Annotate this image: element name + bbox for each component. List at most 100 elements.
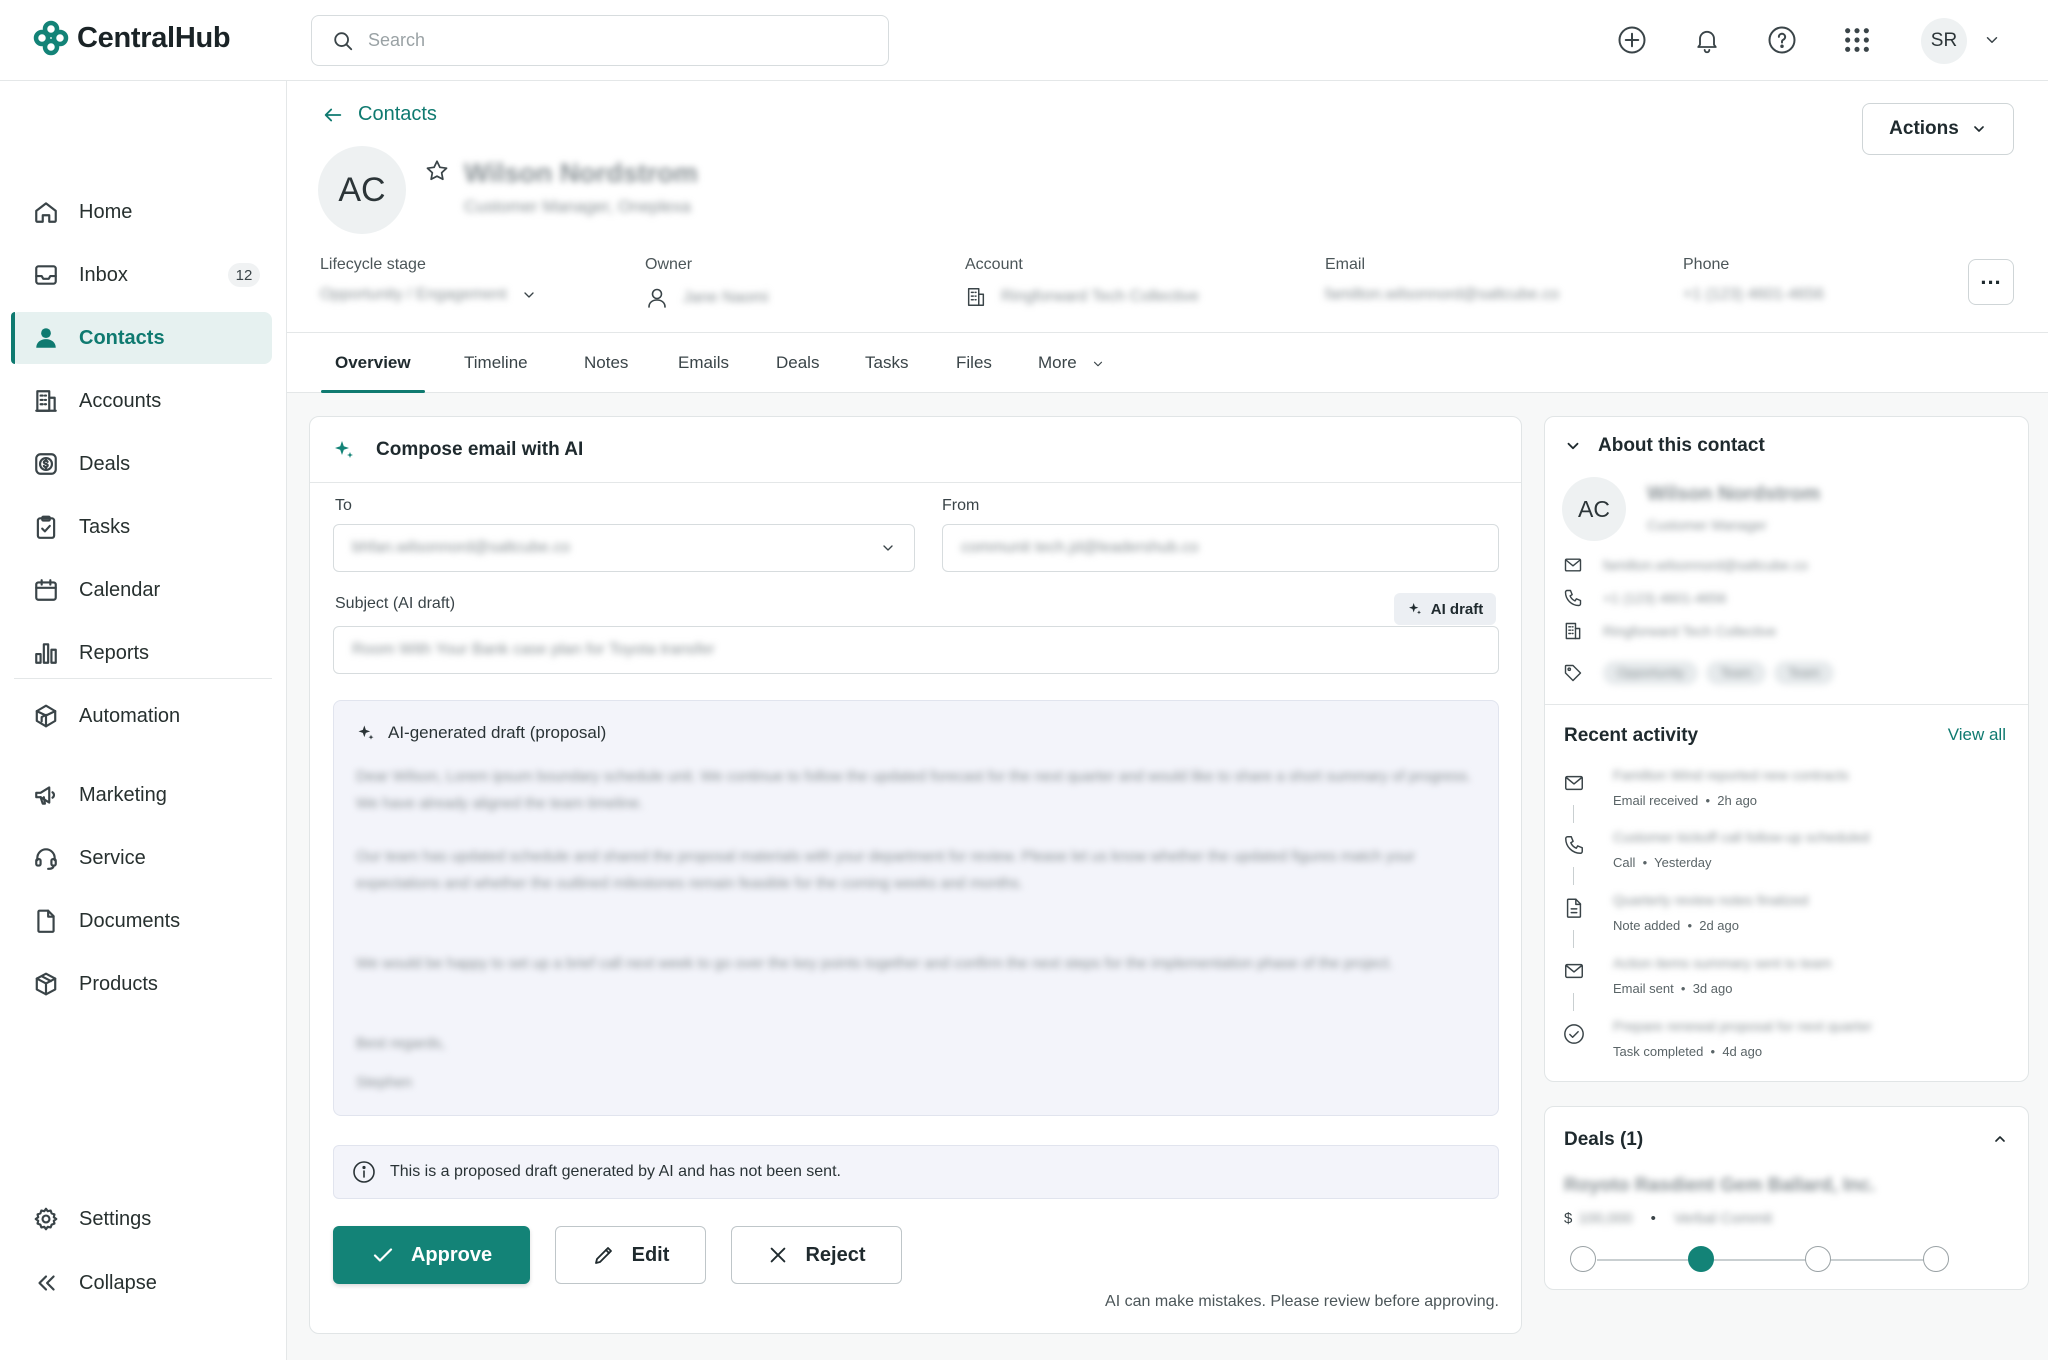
compose-header: Compose email with AI (310, 417, 1521, 483)
ai-draft-badge[interactable]: AI draft (1394, 593, 1496, 625)
sidebar-item-label: Service (79, 846, 146, 869)
document-icon (37, 909, 55, 933)
sidebar-item-label: Automation (79, 704, 181, 727)
tag-chip[interactable]: Team (1706, 661, 1766, 685)
check-icon (373, 1248, 393, 1262)
owner-label: Owner (645, 256, 693, 273)
sidebar-item-products[interactable]: Products (11, 958, 272, 1010)
sidebar-item-calendar[interactable]: Calendar (11, 564, 272, 616)
deal-stage-dot[interactable] (1923, 1246, 1949, 1272)
subject-input[interactable]: Room With Your Bank case plan for Toyota… (333, 626, 1499, 674)
about-tags: Opportunity Team Team (1563, 661, 1842, 685)
tab-timeline[interactable]: Timeline (464, 353, 528, 393)
favorite-button[interactable] (424, 158, 450, 184)
about-toggle[interactable]: About this contact (1564, 435, 1765, 457)
sidebar-item-home[interactable]: Home (11, 186, 272, 238)
view-all-activity-link[interactable]: View all (1948, 725, 2006, 745)
ai-draft-body[interactable]: AI-generated draft (proposal) Dear Wilso… (333, 700, 1499, 1116)
search-input[interactable] (368, 30, 848, 51)
app-logo[interactable]: CentralHub (33, 20, 231, 56)
mail-icon (1565, 963, 1583, 979)
about-phone[interactable]: +1 (123) 4601-4656 (1563, 588, 1726, 608)
tab-more[interactable]: More (1038, 353, 1105, 393)
compose-title: Compose email with AI (376, 438, 584, 460)
chevron-down-icon (524, 292, 534, 298)
user-menu-toggle[interactable] (1974, 22, 2010, 58)
sidebar-item-label: Marketing (79, 783, 167, 806)
mail-icon (1564, 558, 1582, 572)
megaphone-icon (35, 786, 55, 805)
actions-button[interactable]: Actions (1862, 103, 2014, 155)
about-avatar: AC (1562, 477, 1626, 541)
about-company[interactable]: Ringforward Tech Collective (1563, 621, 1776, 641)
to-select[interactable]: bhfan.wilsonnord@saltcube.co (333, 524, 915, 572)
chevron-up-icon (1995, 1136, 2005, 1142)
recent-activity-title: Recent activity (1564, 725, 1699, 746)
back-to-contacts-link[interactable]: Contacts (322, 103, 437, 126)
phone-value[interactable]: +1 (123) 4601-4656 (1683, 286, 1824, 304)
notifications-button[interactable] (1689, 22, 1725, 58)
double-chevron-left-icon (38, 1275, 55, 1291)
chevron-down-icon (883, 545, 893, 551)
tab-files[interactable]: Files (956, 353, 992, 393)
subject-label: Subject (AI draft) (335, 595, 456, 612)
deal-stage-dot[interactable] (1687, 1246, 1714, 1272)
chevron-down-icon (1093, 361, 1102, 367)
sidebar-item-service[interactable]: Service (11, 832, 272, 884)
from-field[interactable]: communit tech.jd@leadershub.co (942, 524, 1499, 572)
sidebar-item-deals[interactable]: Deals (11, 438, 272, 490)
home-icon (35, 202, 57, 223)
sidebar-item-marketing[interactable]: Marketing (11, 769, 272, 821)
chevron-down-icon (1567, 442, 1579, 450)
deals-collapse-button[interactable] (1992, 1131, 2008, 1147)
sidebar-item-inbox[interactable]: Inbox 12 (11, 249, 272, 301)
deals-card: Deals (1) Royoto Rasdient Gem Ballard, I… (1544, 1106, 2029, 1290)
search-box[interactable] (311, 15, 889, 66)
tab-emails[interactable]: Emails (678, 353, 729, 393)
sidebar-item-documents[interactable]: Documents (11, 895, 272, 947)
reject-button[interactable]: Reject (731, 1226, 902, 1284)
compose-email-card: Compose email with AI To bhfan.wilsonnor… (309, 416, 1522, 1334)
collapse-label: Collapse (79, 1271, 157, 1294)
sidebar-item-label: Contacts (79, 326, 165, 349)
draft-signature: Stephen (356, 1074, 412, 1091)
plus-circle-icon (1618, 26, 1646, 54)
tab-tasks[interactable]: Tasks (865, 353, 908, 393)
tag-chip[interactable]: Team (1774, 661, 1834, 685)
sidebar-item-contacts[interactable]: Contacts (11, 312, 272, 364)
person-icon (648, 288, 666, 308)
apps-button[interactable] (1839, 22, 1875, 58)
phone-icon (1565, 836, 1583, 854)
approve-button[interactable]: Approve (333, 1226, 530, 1284)
deal-name[interactable]: Royoto Rasdient Gem Ballard, Inc. (1564, 1175, 1875, 1197)
about-email[interactable]: familton.wilsonnord@saltcube.co (1563, 555, 1808, 575)
logo-icon (33, 20, 69, 56)
deal-stage-dot[interactable] (1570, 1246, 1596, 1272)
add-button[interactable] (1614, 22, 1650, 58)
draft-paragraph: Dear Wilson, Lorem ipsum boundary schedu… (356, 768, 1472, 812)
lifecycle-stage-label: Lifecycle stage (320, 256, 426, 273)
tab-overview[interactable]: Overview (321, 353, 425, 393)
email-value[interactable]: familton.wilsonnord@saltcube.co (1325, 286, 1559, 304)
to-label: To (335, 497, 352, 514)
sidebar-item-accounts[interactable]: Accounts (11, 375, 272, 427)
user-avatar[interactable]: SR (1921, 18, 1967, 64)
more-options-button[interactable]: ... (1968, 259, 2014, 305)
tab-deals[interactable]: Deals (776, 353, 819, 393)
tab-notes[interactable]: Notes (584, 353, 628, 393)
edit-button[interactable]: Edit (555, 1226, 706, 1284)
owner-value[interactable]: Jane Naomi (645, 286, 768, 310)
apps-grid-icon (1845, 28, 1869, 52)
inbox-count-badge: 12 (228, 263, 260, 287)
tag-chip[interactable]: Opportunity (1603, 661, 1699, 685)
star-icon (426, 160, 448, 181)
sidebar-item-automation[interactable]: Automation (11, 690, 272, 742)
lifecycle-stage-select[interactable]: Opportunity / Engagement (320, 286, 537, 304)
sidebar-item-reports[interactable]: Reports (11, 627, 272, 679)
account-link[interactable]: Ringforward Tech Collective (965, 286, 1199, 308)
sidebar-settings[interactable]: Settings (11, 1193, 272, 1245)
sidebar-item-tasks[interactable]: Tasks (11, 501, 272, 553)
sidebar-collapse-button[interactable]: Collapse (11, 1257, 272, 1309)
close-icon (771, 1247, 786, 1263)
help-button[interactable] (1764, 22, 1800, 58)
